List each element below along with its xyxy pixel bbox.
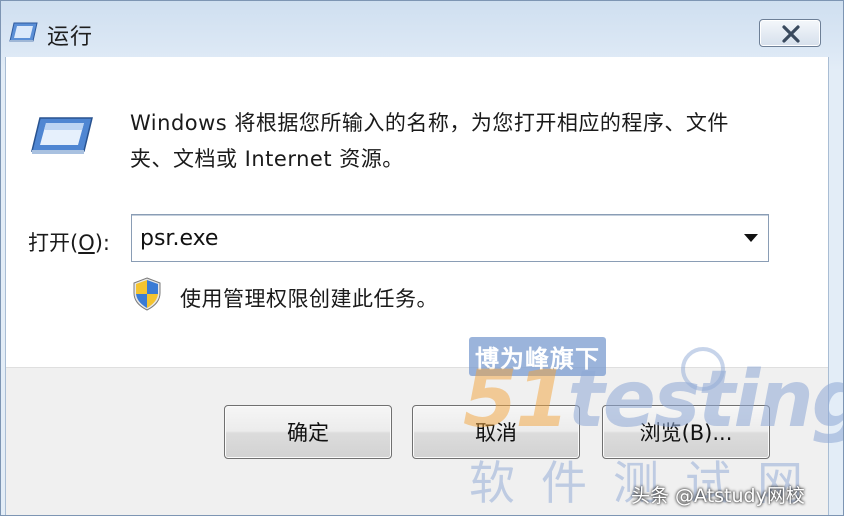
chevron-down-icon: [744, 234, 758, 242]
instruction-text: Windows 将根据您所输入的名称，为您打开相应的程序、文件夹、文档或 Int…: [130, 111, 729, 171]
ok-button[interactable]: 确定: [224, 405, 392, 459]
uac-shield-icon: [132, 277, 162, 311]
browse-button[interactable]: 浏览(B)...: [602, 405, 770, 459]
open-label-prefix: 打开(: [28, 231, 79, 255]
window-title: 运行: [47, 25, 94, 50]
open-label: 打开(O):: [28, 227, 110, 257]
open-combobox[interactable]: [131, 214, 769, 262]
watermark-badge: 博为峰旗下: [469, 337, 606, 376]
run-icon: [8, 21, 38, 43]
run-dialog-window: 运行 Windows 将根据您所输入的名称，为您打开相应的程序、文件夹、文档或 …: [0, 0, 844, 516]
close-button[interactable]: [759, 19, 821, 47]
cancel-button[interactable]: 取消: [412, 405, 580, 459]
open-input[interactable]: [140, 223, 720, 253]
run-program-icon: [28, 115, 94, 155]
watermark-circle: [681, 347, 725, 391]
open-label-mnemonic: O: [78, 231, 95, 255]
admin-privilege-note: 使用管理权限创建此任务。: [180, 287, 438, 311]
close-icon: [782, 25, 800, 43]
dialog-body: Windows 将根据您所输入的名称，为您打开相应的程序、文件夹、文档或 Int…: [5, 57, 829, 515]
dropdown-button[interactable]: [740, 215, 762, 261]
title-bar[interactable]: 运行: [1, 1, 843, 59]
open-label-suffix: ):: [94, 231, 111, 255]
